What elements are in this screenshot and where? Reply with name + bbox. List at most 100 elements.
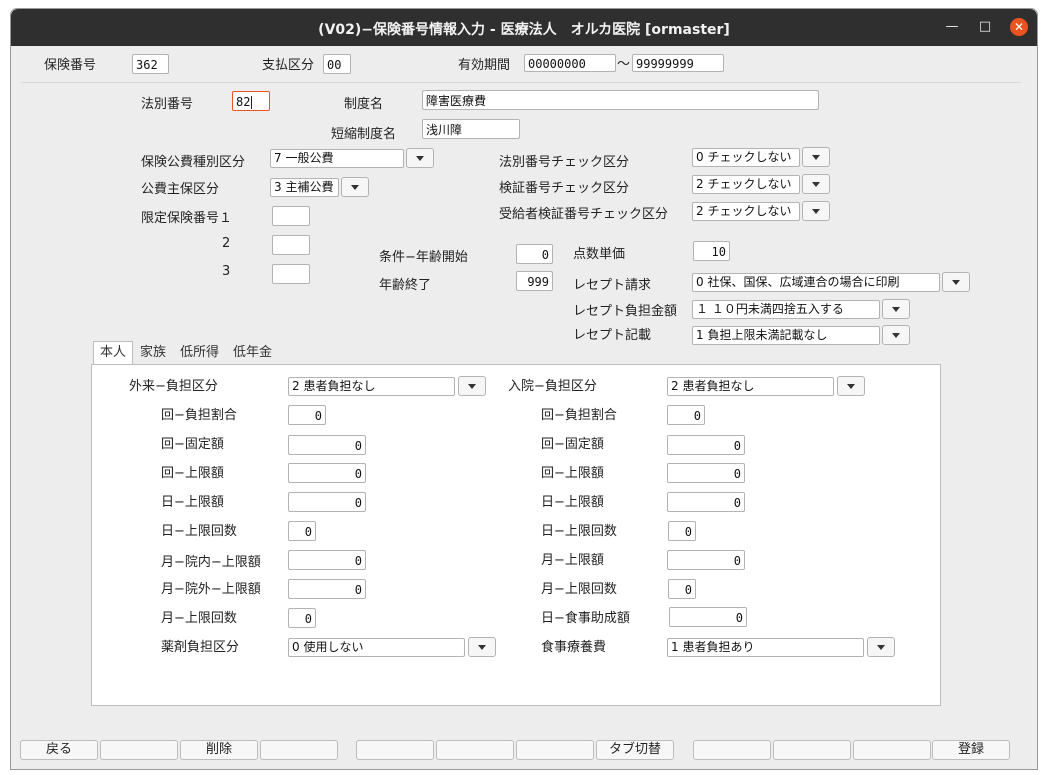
kohi-shubetsu-select[interactable]: 7 一般公費 [270,149,404,168]
gairai-row-input[interactable]: 0 [288,521,316,541]
kohi-shubetsu-label: 保険公費種別区分 [141,155,246,170]
function-key-7[interactable] [516,740,594,760]
nyuin-row-label: 日−食事助成額 [541,611,630,626]
nyuin-row-label: 回−負担割合 [541,408,617,423]
nyuin-row-input[interactable]: 0 [668,521,696,541]
kensho-check-label: 検証番号チェック区分 [499,181,630,196]
function-key-2[interactable] [100,740,178,760]
nyuin-kubun-select[interactable]: 2 患者負担なし [667,377,834,396]
tab-teinenkin[interactable]: 低年金 [233,342,272,364]
tab-honnin[interactable]: 本人 [93,341,134,365]
yakuzai-select[interactable]: 0 使用しない [288,638,465,657]
joken-input[interactable]: 0 [516,244,553,264]
gairai-row-label: 月−院内−上限額 [161,555,261,570]
close-icon[interactable]: ✕ [1010,18,1028,36]
gairai-row-label: 日−上限回数 [161,524,237,539]
nenrei-input[interactable]: 999 [516,271,553,291]
function-key-6[interactable] [436,740,514,760]
function-key-5[interactable] [356,740,434,760]
receipt-seikyu-label: レセプト請求 [573,278,652,293]
houbetsu-check-select[interactable]: 0 チェックしない [692,148,800,167]
function-key-4[interactable] [260,740,338,760]
nyuin-row-label: 回−上限額 [541,466,604,481]
nyuin-row-input[interactable]: 0 [669,607,747,627]
function-key-9[interactable] [693,740,771,760]
nyuin-row-input[interactable]: 0 [667,463,745,483]
yuko-label: 有効期間 [458,58,511,73]
nyuin-row-input[interactable]: 0 [667,405,705,425]
gairai-kubun-select[interactable]: 2 患者負担なし [288,377,455,396]
tab-teishotoku[interactable]: 低所得 [180,342,219,364]
houbetsu-input[interactable]: 82 [232,91,270,111]
seido-input[interactable]: 障害医療費 [422,90,819,110]
gairai-row-label: 回−上限額 [161,466,224,481]
window-title: (V02)−保険番号情報入力 - 医療法人 オルカ医院 [ormaster] [318,22,730,38]
nyuin-row-label: 日−上限回数 [541,524,617,539]
gairai-row-input[interactable]: 0 [288,405,326,425]
register-button[interactable]: 登録 [932,740,1010,760]
shokuji-label: 食事療養費 [541,640,607,655]
nyuin-row-input[interactable]: 0 [667,492,745,512]
seido-label: 制度名 [344,97,384,112]
gairai-row-input[interactable]: 0 [288,492,366,512]
nyuin-row-label: 日−上限額 [541,495,604,510]
nyuin-row-label: 回−固定額 [541,437,604,452]
receipt-seikyu-select[interactable]: 0 社保、国保、広域連合の場合に印刷 [692,273,940,292]
maximize-icon[interactable]: □ [976,18,994,36]
nyuin-kubun-dropdown-icon[interactable] [837,376,865,396]
function-key-11[interactable] [853,740,931,760]
yakuzai-label: 薬剤負担区分 [161,640,240,655]
text-caret [251,96,253,109]
shiharai-input[interactable]: 00 [323,54,351,74]
nyuin-row-label: 月−上限額 [541,553,604,568]
tanshuku-input[interactable]: 浅川障 [422,119,520,139]
nenrei-label: 年齢終了 [379,278,432,293]
joken-label: 条件−年齢開始 [379,250,468,265]
nyuin-row-input[interactable]: 0 [667,435,745,455]
gairai-row-label: 月−上限回数 [161,611,237,626]
title-bar: (V02)−保険番号情報入力 - 医療法人 オルカ医院 [ormaster] —… [11,9,1037,46]
gentei-2-input[interactable] [272,235,310,255]
jukyusha-check-select[interactable]: 2 チェックしない [692,202,800,221]
receipt-futan-select[interactable]: １ １０円未満四捨五入する [692,300,880,319]
nyuin-row-input[interactable]: 0 [668,579,696,599]
gairai-row-input[interactable]: 0 [288,608,316,628]
shokuji-dropdown-icon[interactable] [867,637,895,657]
houbetsu-check-dropdown-icon[interactable] [802,147,830,167]
receipt-kisai-dropdown-icon[interactable] [882,325,910,345]
hokenno-input[interactable]: 362 [132,54,169,74]
tab-kazoku[interactable]: 家族 [140,342,166,364]
receipt-futan-dropdown-icon[interactable] [882,299,910,319]
gentei-3-input[interactable] [272,264,310,284]
kohi-shuho-select[interactable]: 3 主補公費 [270,178,339,197]
kensho-check-select[interactable]: 2 チェックしない [692,175,800,194]
receipt-kisai-select[interactable]: 1 負担上限未満記載なし [692,326,880,345]
back-button[interactable]: 戻る [20,740,98,760]
function-key-10[interactable] [773,740,851,760]
yakuzai-dropdown-icon[interactable] [468,637,496,657]
nyuin-row-input[interactable]: 0 [667,550,745,570]
shokuji-select[interactable]: 1 患者負担あり [667,638,864,657]
gairai-row-label: 月−院外−上限額 [161,582,261,597]
receipt-futan-label: レセプト負担金額 [573,304,678,319]
yuko-end-input[interactable]: 99999999 [632,54,724,72]
kensho-check-dropdown-icon[interactable] [802,174,830,194]
tensu-input[interactable]: 10 [693,241,730,261]
yuko-start-input[interactable]: 00000000 [524,54,616,72]
jukyusha-check-dropdown-icon[interactable] [802,201,830,221]
kohi-shubetsu-dropdown-icon[interactable] [406,148,434,168]
gentei-1-input[interactable] [272,206,310,226]
delete-button[interactable]: 削除 [180,740,258,760]
kohi-shuho-dropdown-icon[interactable] [341,177,369,197]
houbetsu-label: 法別番号 [141,97,194,112]
gairai-row-input[interactable]: 0 [288,463,366,483]
kohi-shuho-label: 公費主保区分 [141,182,220,197]
minimize-icon[interactable]: — [943,18,961,36]
gairai-kubun-dropdown-icon[interactable] [458,376,486,396]
gairai-row-input[interactable]: 0 [288,550,366,570]
gairai-row-input[interactable]: 0 [288,435,366,455]
houbetsu-value: 82 [236,95,251,109]
tab-switch-button[interactable]: タブ切替 [596,740,674,760]
receipt-seikyu-dropdown-icon[interactable] [942,272,970,292]
gairai-row-input[interactable]: 0 [288,579,366,599]
